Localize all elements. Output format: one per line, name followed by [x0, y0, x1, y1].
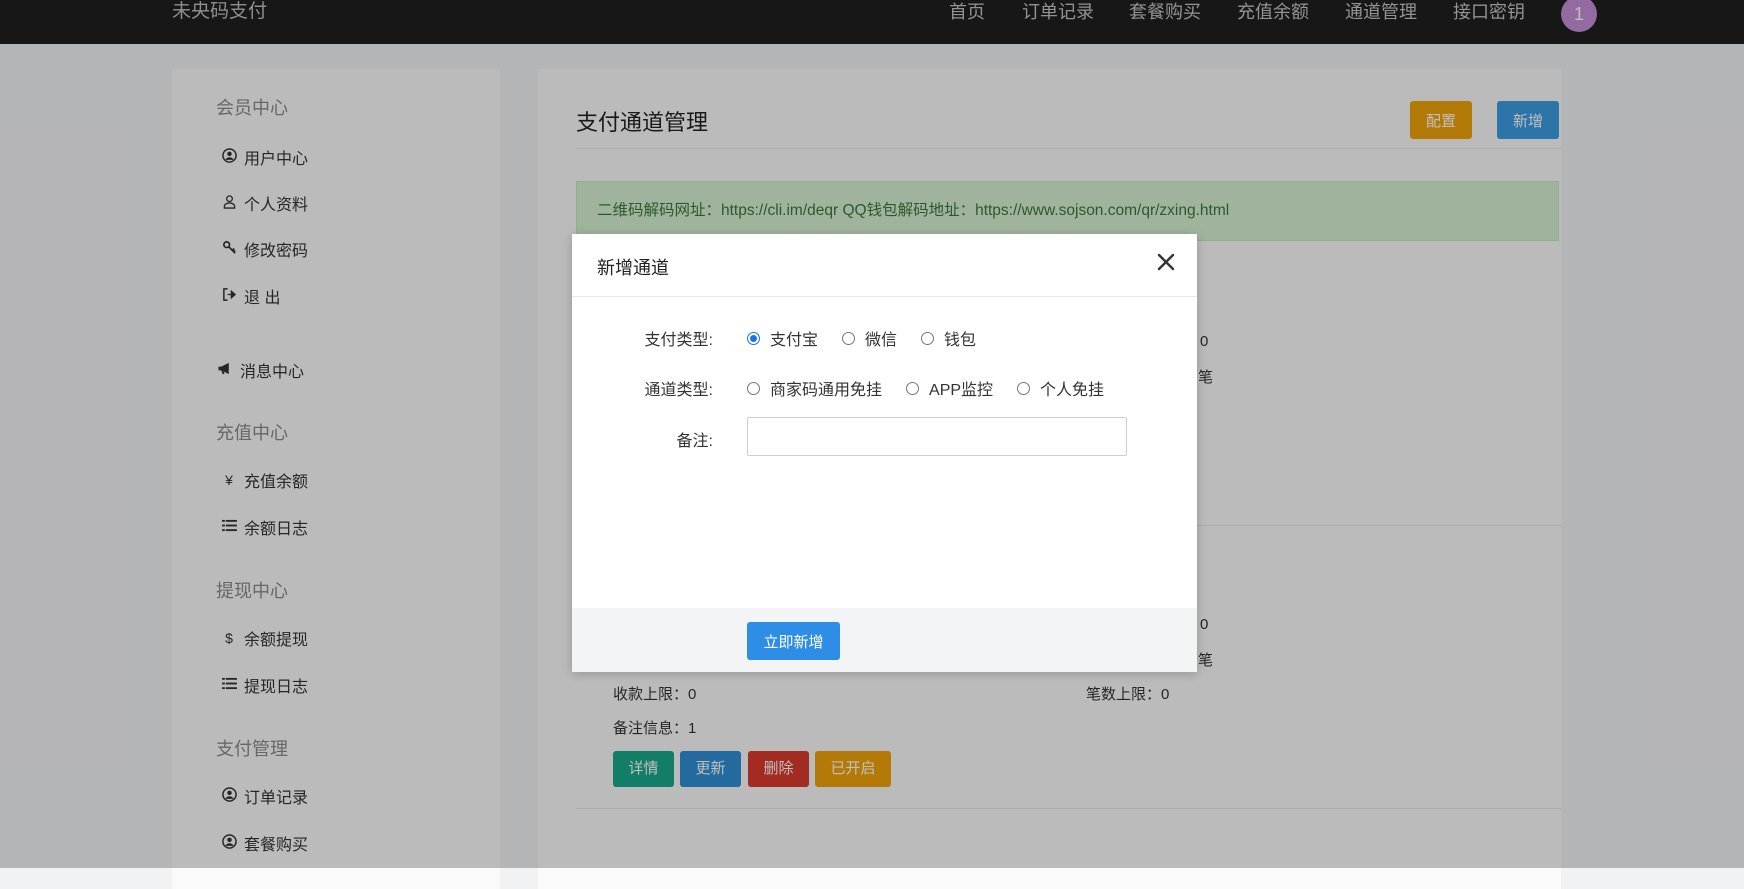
radio[interactable]	[747, 381, 760, 395]
channel-type-option-app-monitor[interactable]: APP监控	[906, 376, 993, 400]
remark-input[interactable]	[747, 417, 1127, 456]
modal-header: 新增通道	[572, 234, 1197, 297]
channel-type-radio-group: 商家码通用免挂 APP监控 个人免挂	[747, 376, 1128, 400]
pay-type-option-alipay[interactable]: 支付宝	[747, 326, 818, 350]
pay-type-label: 支付类型:	[644, 332, 713, 349]
channel-type-option-merchant[interactable]: 商家码通用免挂	[747, 376, 882, 400]
radio[interactable]	[921, 331, 935, 345]
radio[interactable]	[842, 331, 856, 345]
modal-footer: 立即新增	[572, 608, 1197, 672]
modal-title: 新增通道	[597, 258, 669, 278]
submit-add-button[interactable]: 立即新增	[747, 622, 840, 660]
remark-label: 备注:	[676, 433, 713, 450]
radio-selected[interactable]	[747, 331, 760, 345]
radio[interactable]	[906, 381, 920, 395]
pay-type-option-wechat[interactable]: 微信	[842, 326, 897, 350]
channel-type-option-personal[interactable]: 个人免挂	[1017, 376, 1104, 400]
close-icon[interactable]	[1157, 248, 1175, 276]
add-channel-modal: 新增通道 支付类型: 支付宝 微信 钱包 通道类型: 商家码通用免挂 APP监控	[572, 234, 1197, 672]
radio[interactable]	[1017, 381, 1031, 395]
channel-type-label: 通道类型:	[644, 382, 713, 399]
pay-type-option-wallet[interactable]: 钱包	[921, 326, 976, 350]
pay-type-radio-group: 支付宝 微信 钱包	[747, 326, 1000, 350]
